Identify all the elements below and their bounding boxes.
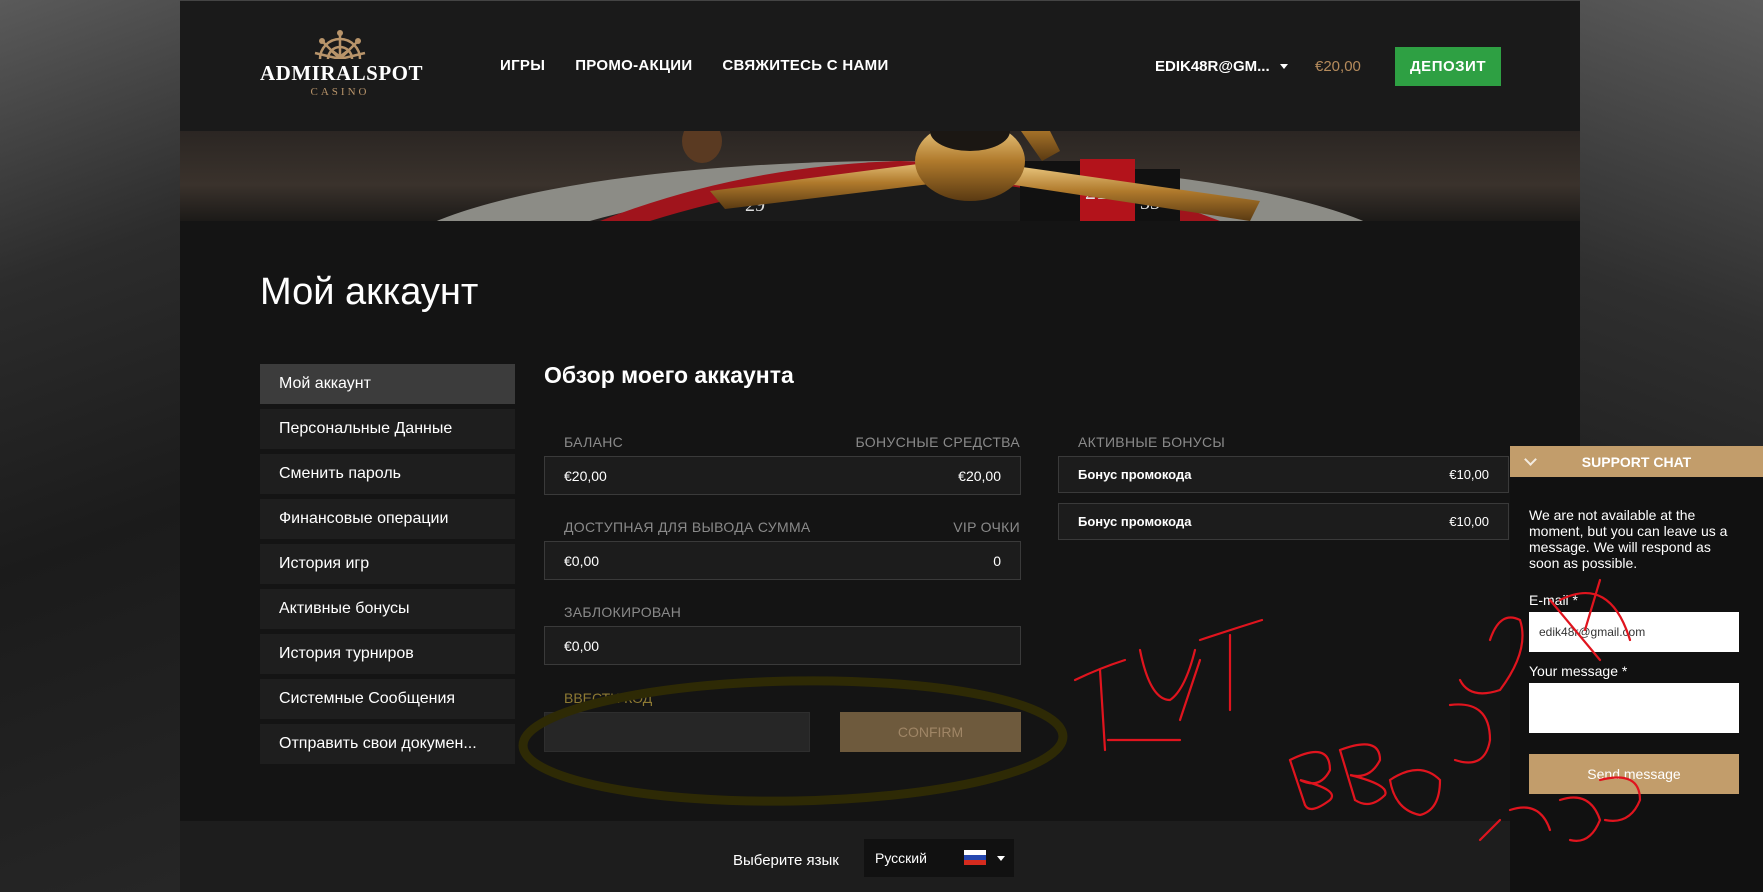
withdrawable-row: €0,00 0 (544, 541, 1021, 580)
chat-email-field[interactable] (1529, 612, 1739, 652)
nav-games[interactable]: ИГРЫ (500, 57, 545, 74)
footer: Выберите язык Русский (180, 821, 1580, 892)
bonus-name: Бонус промокода (1078, 514, 1192, 529)
chevron-down-icon (1279, 64, 1288, 69)
background-left (0, 0, 180, 892)
withdrawable-label: ДОСТУПНАЯ ДЛЯ ВЫВОДА СУММА (564, 519, 811, 535)
chevron-down-icon (997, 856, 1005, 861)
withdrawable-value: €0,00 (564, 552, 600, 569)
user-email: EDIK48R@GM... (1155, 58, 1270, 75)
blocked-label: ЗАБЛОКИРОВАН (564, 604, 682, 620)
sidebar-item-transactions[interactable]: Финансовые операции (260, 499, 515, 539)
sidebar-item-tournament-history[interactable]: История турниров (260, 634, 515, 674)
vip-points-label: VIP ОЧКИ (953, 519, 1020, 535)
main-nav: ИГРЫ ПРОМО-АКЦИИ СВЯЖИТЕСЬ С НАМИ (500, 57, 889, 74)
support-chat-title: SUPPORT CHAT (1581, 453, 1692, 470)
account-content: Мой аккаунт Мой аккаунт Персональные Дан… (180, 221, 1580, 821)
active-bonuses-label: АКТИВНЫЕ БОНУСЫ (1078, 434, 1226, 450)
account-sidebar: Мой аккаунт Персональные Данные Сменить … (260, 364, 515, 769)
send-message-button[interactable]: Send message (1529, 754, 1739, 794)
sidebar-item-active-bonuses[interactable]: Активные бонусы (260, 589, 515, 629)
vip-points-value: 0 (993, 552, 1001, 569)
language-select[interactable]: Русский (864, 839, 1014, 877)
header-balance: €20,00 (1315, 58, 1361, 75)
bonus-row: Бонус промокода €10,00 (1058, 456, 1509, 493)
support-chat: SUPPORT CHAT We are not available at the… (1510, 446, 1763, 892)
support-chat-message: We are not available at the moment, but … (1529, 507, 1728, 571)
language-label: Выберите язык (733, 852, 839, 869)
site-container: ADMIRALSPOT CASINO ИГРЫ ПРОМО-АКЦИИ СВЯЖ… (180, 0, 1580, 892)
logo-subtitle: CASINO (310, 86, 370, 98)
header: ADMIRALSPOT CASINO ИГРЫ ПРОМО-АКЦИИ СВЯЖ… (180, 0, 1580, 131)
chat-message-label: Your message * (1529, 663, 1628, 679)
sidebar-item-my-account[interactable]: Мой аккаунт (260, 364, 515, 404)
sidebar-item-change-password[interactable]: Сменить пароль (260, 454, 515, 494)
bonus-amount: €10,00 (1449, 467, 1489, 482)
bonus-funds-value: €20,00 (958, 467, 1001, 484)
chat-message-field[interactable] (1529, 683, 1739, 733)
chevron-down-icon[interactable] (1524, 453, 1537, 466)
user-menu[interactable]: EDIK48R@GM... (1155, 58, 1288, 75)
bonus-row: Бонус промокода €10,00 (1058, 503, 1509, 540)
nav-contact[interactable]: СВЯЖИТЕСЬ С НАМИ (722, 57, 888, 74)
support-chat-header[interactable]: SUPPORT CHAT (1510, 446, 1763, 477)
logo-name: ADMIRALSPOT (260, 61, 424, 85)
bonus-name: Бонус промокода (1078, 467, 1192, 482)
roulette-banner: 29 21 33 (180, 131, 1580, 221)
blocked-row: €0,00 (544, 626, 1021, 665)
roulette-image: 29 21 33 (436, 131, 1364, 221)
confirm-button[interactable]: CONFIRM (840, 712, 1021, 752)
balance-row: €20,00 €20,00 (544, 456, 1021, 495)
balance-value: €20,00 (564, 467, 607, 484)
promo-code-input[interactable] (544, 712, 810, 752)
sidebar-item-system-messages[interactable]: Системные Сообщения (260, 679, 515, 719)
sidebar-item-game-history[interactable]: История игр (260, 544, 515, 584)
nav-promos[interactable]: ПРОМО-АКЦИИ (575, 57, 692, 74)
logo[interactable]: ADMIRALSPOT CASINO (260, 29, 424, 98)
bonus-funds-label: БОНУСНЫЕ СРЕДСТВА (855, 434, 1020, 450)
blocked-value: €0,00 (564, 637, 600, 654)
sidebar-item-upload-documents[interactable]: Отправить свои докумен... (260, 724, 515, 764)
deposit-button[interactable]: ДЕПОЗИТ (1395, 47, 1501, 86)
language-value: Русский (875, 850, 927, 866)
section-title: Обзор моего аккаунта (544, 362, 794, 388)
promo-code-label: ВВЕСТИ КОД (564, 690, 653, 706)
chat-email-label: E-mail * (1529, 592, 1579, 608)
ship-wheel-icon (314, 30, 366, 59)
bonus-amount: €10,00 (1449, 514, 1489, 529)
sidebar-item-personal-data[interactable]: Персональные Данные (260, 409, 515, 449)
balance-label: БАЛАНС (564, 434, 624, 450)
russia-flag-icon (964, 850, 986, 865)
page-title: Мой аккаунт (260, 271, 479, 313)
